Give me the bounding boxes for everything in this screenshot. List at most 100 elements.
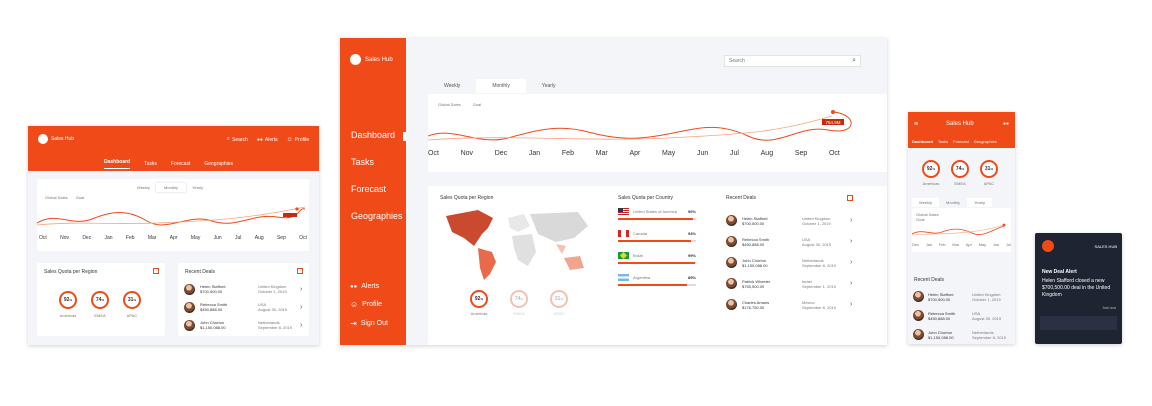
- expand-icon[interactable]: [847, 195, 853, 201]
- avatar: [913, 329, 924, 340]
- sales-chart-card: Weekly Monthly Yearly Global Sales Goal …: [37, 179, 309, 251]
- sidebar-item-tasks[interactable]: Tasks: [351, 157, 403, 167]
- expand-icon[interactable]: [153, 268, 159, 274]
- period-yearly[interactable]: Yearly: [186, 183, 209, 192]
- sales-chart: Global Sales Goal Dec Jan Feb Mar Apr Ma…: [912, 208, 1011, 252]
- region-apac: 31% APAC: [550, 290, 568, 316]
- period-monthly[interactable]: Monthly: [156, 183, 187, 192]
- search-icon: ⌕: [226, 136, 230, 142]
- list-item[interactable]: Helen Stafford $700,500.00 United Kingdom…: [913, 287, 1011, 306]
- period-yearly[interactable]: Yearly: [526, 79, 572, 93]
- avatar: [726, 278, 737, 289]
- desktop-small-screen: Sales Hub ⌕ Search ●● Alerts ☺ Profile Dash…: [28, 126, 319, 345]
- tab-forecast[interactable]: Forecast: [171, 161, 190, 167]
- sidebar-item-forecast[interactable]: Forecast: [351, 184, 403, 194]
- chevron-right-icon[interactable]: ›: [300, 304, 302, 311]
- sign-out-icon: ⇥: [350, 319, 357, 328]
- country-bar-fill: [618, 262, 696, 264]
- period-monthly[interactable]: Monthly: [939, 198, 967, 207]
- chevron-right-icon[interactable]: ›: [850, 217, 852, 224]
- country-row: Brazil 99%: [618, 251, 696, 264]
- x-axis: Dec Jan Feb Mar Apr May Jun Jul: [912, 242, 1011, 247]
- sidebar-alerts[interactable]: ●● Alerts: [350, 283, 388, 290]
- brand-name[interactable]: Sales Hub: [946, 121, 974, 127]
- sales-line-chart: [912, 223, 1006, 236]
- alerts-icon[interactable]: ●●: [1003, 121, 1009, 127]
- sales-chart: Global Sales Goal 764.9M Oct Nov Dec Jan…: [428, 94, 887, 172]
- brand[interactable]: Sales Hub: [350, 54, 393, 65]
- chevron-right-icon[interactable]: ›: [850, 301, 852, 308]
- tab-dashboard[interactable]: Dashboard: [912, 139, 933, 144]
- list-item[interactable]: John Churton $1,150,088.00 Netherlands Sep…: [913, 325, 1011, 344]
- profile-icon: ☺: [350, 300, 359, 309]
- logo-icon: [1042, 240, 1054, 252]
- region-americas: 92% Americas: [59, 291, 77, 318]
- tab-dashboard[interactable]: Dashboard: [104, 159, 131, 169]
- list-item[interactable]: John Churton $1,150,088.00 Netherlands Sep…: [184, 316, 304, 334]
- deals-title: Recent Deals: [914, 277, 945, 283]
- tab-tasks[interactable]: Tasks: [144, 161, 157, 167]
- chevron-right-icon[interactable]: ›: [300, 322, 302, 329]
- chevron-right-icon[interactable]: ›: [300, 286, 302, 293]
- x-axis: Oct Nov Dec Jan Feb Mar Apr May Jun Jul …: [428, 150, 840, 157]
- list-item[interactable]: Rebecca Smith $450,888.00 USA August 30, 2…: [726, 231, 858, 252]
- list-item[interactable]: Patrick Wheeler $755,500.00 Israel Septemb…: [726, 273, 858, 294]
- avatar: [913, 291, 924, 302]
- chevron-right-icon[interactable]: ›: [850, 259, 852, 266]
- flag-us-icon: [618, 208, 629, 215]
- notification-footer: [1040, 316, 1117, 330]
- deals-title: Recent Deals: [185, 269, 216, 275]
- list-item[interactable]: Rebecca Smith $450,888.00 USA August 30, 2…: [184, 298, 304, 316]
- region-emea: 74% EMEA: [510, 290, 528, 316]
- region-title: Sales Quota per Region: [44, 269, 98, 275]
- list-item[interactable]: Helen Stafford $700,500.00 United Kingdom…: [184, 280, 304, 298]
- region-emea: 74% EMEA: [91, 291, 109, 318]
- list-item[interactable]: John Churton $1,150,088.00 Netherlands Sep…: [726, 252, 858, 273]
- tab-geographies[interactable]: Geographies: [974, 139, 997, 144]
- period-yearly[interactable]: Yearly: [967, 198, 993, 207]
- sales-line-chart: 764.9M: [428, 110, 852, 141]
- region-americas: 92% Americas: [922, 160, 940, 186]
- menu-icon[interactable]: ≡: [914, 121, 918, 128]
- brand-name: Sales Hub: [51, 136, 75, 142]
- notification-screen: SALES HUB New Deal Alert Helen Stafford …: [1035, 233, 1122, 344]
- flag-ar-icon: [618, 274, 629, 281]
- desktop-large-screen: Sales Hub Dashboard Tasks Forecast Geogr…: [340, 38, 887, 345]
- sidebar-item-geographies[interactable]: Geographies: [351, 211, 403, 221]
- avatar: [726, 257, 737, 268]
- region-card: Sales Quota per Region 92% Americas 74% …: [37, 263, 165, 336]
- mobile-screen: ≡ Sales Hub ●● Dashboard Tasks Forecast …: [908, 112, 1015, 344]
- period-monthly[interactable]: Monthly: [476, 79, 526, 93]
- sidebar: Sales Hub Dashboard Tasks Forecast Geogr…: [340, 38, 406, 345]
- period-weekly[interactable]: Weekly: [131, 183, 156, 192]
- sidebar-profile[interactable]: ☺ Profile: [350, 300, 388, 309]
- period-weekly[interactable]: Weekly: [912, 198, 940, 207]
- tab-tasks[interactable]: Tasks: [938, 139, 948, 144]
- chevron-right-icon[interactable]: ›: [850, 280, 852, 287]
- alerts-icon: ●●: [350, 283, 358, 290]
- avatar: [913, 310, 924, 321]
- chevron-right-icon[interactable]: ›: [850, 238, 852, 245]
- list-item[interactable]: Helen Stafford $700,500.00 United Kingdom…: [726, 210, 858, 231]
- profile-button[interactable]: ☺ Profile: [287, 137, 309, 143]
- sidebar-item-dashboard[interactable]: Dashboard: [351, 130, 403, 140]
- expand-icon[interactable]: [297, 268, 303, 274]
- country-bar-fill: [618, 240, 692, 242]
- list-item[interactable]: Charles Amaris $176,750.00 Mexico Septembe…: [726, 294, 858, 315]
- flag-br-icon: [618, 251, 629, 260]
- country-row: United States of America 96%: [618, 208, 696, 220]
- region-apac: 31% APAC: [123, 291, 141, 318]
- search-button[interactable]: ⌕ Search: [227, 136, 248, 143]
- period-weekly[interactable]: Weekly: [428, 79, 476, 93]
- search-input[interactable]: Search ⌕: [724, 55, 861, 67]
- tab-geographies[interactable]: Geographies: [204, 161, 233, 167]
- brand[interactable]: Sales Hub: [38, 134, 74, 144]
- list-item[interactable]: Rebecca Smith $450,888.00 USA August 30, 2…: [913, 306, 1011, 325]
- sidebar-sign-out[interactable]: ⇥ Sign Out: [350, 319, 388, 328]
- logo-icon: [350, 54, 361, 65]
- region-apac: 31% APAC: [980, 160, 998, 186]
- alerts-icon: ●●: [256, 136, 263, 143]
- tab-forecast[interactable]: Forecast: [953, 139, 969, 144]
- avatar: [184, 319, 195, 331]
- alerts-button[interactable]: ●● Alerts: [257, 137, 278, 143]
